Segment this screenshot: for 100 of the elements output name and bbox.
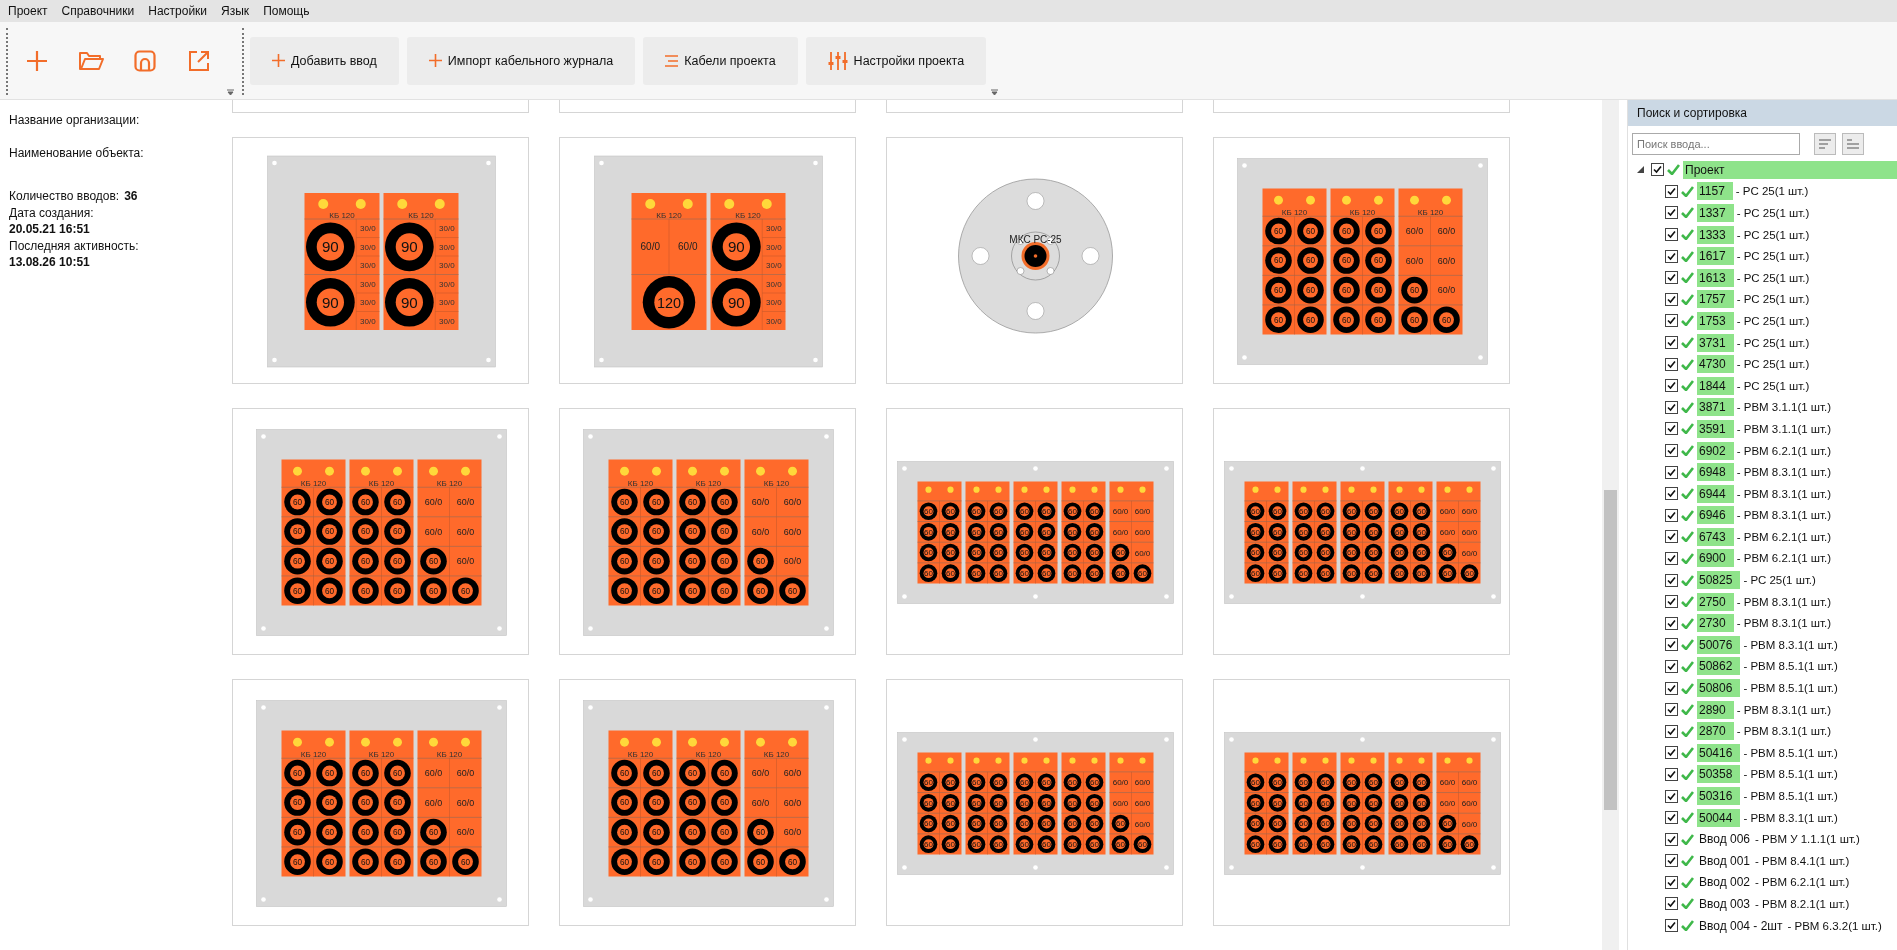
checkbox[interactable] — [1665, 444, 1678, 457]
tree-item-label[interactable]: 1617 — [1697, 247, 1734, 266]
overflow-icon[interactable] — [991, 88, 999, 96]
checkbox[interactable] — [1665, 919, 1678, 933]
checkbox[interactable] — [1665, 530, 1678, 544]
checkbox[interactable] — [1665, 854, 1678, 868]
tree-item-label[interactable]: 1844 — [1697, 376, 1734, 395]
tree-item-label[interactable]: Ввод 003 — [1697, 895, 1752, 913]
tree-item-label[interactable]: 1613 — [1697, 268, 1734, 287]
tree-item-label[interactable]: 6900 — [1697, 549, 1734, 568]
tree-item-label[interactable]: 4730 — [1697, 355, 1734, 374]
checkbox[interactable] — [1665, 357, 1678, 371]
frame-card[interactable]: 60 60 60 60 60 60 60 60 60 60 60 60 60 60 60 60 60 60 60 60 60 60 60 60 60 60 60 60 60 60 60 60 60/0 60/0 60/0 60/0 60 60/0 60 60 — [886, 679, 1183, 926]
frame-card[interactable]: КБ 120 90 30/0 30/0 30/0 90 30/0 30/0 30/0 КБ 120 90 30/0 30/0 30/0 90 30/0 30/0 30/0 — [232, 137, 529, 384]
overflow-icon[interactable] — [227, 88, 234, 96]
frame-card[interactable]: КБ 120 60 60 60 60 60 60 60 60 КБ 120 60 60 60 60 60 60 60 60 КБ 120 60/0 60/0 60/0 60/0 60 60/0 60 60 — [559, 408, 856, 655]
menu-item[interactable]: Проект — [2, 4, 54, 18]
menu-item[interactable]: Язык — [215, 4, 256, 18]
menu-item[interactable]: Помощь — [257, 4, 316, 18]
tree-item-label[interactable]: 3871 — [1697, 398, 1734, 417]
checkbox[interactable] — [1665, 271, 1678, 285]
checkbox[interactable] — [1665, 875, 1678, 889]
tree-item-label[interactable]: Ввод 006 — [1697, 830, 1752, 849]
tree-item-label[interactable]: 2730 — [1697, 614, 1734, 633]
checkbox[interactable] — [1665, 616, 1678, 630]
checkbox[interactable] — [1665, 249, 1678, 263]
checkbox[interactable] — [1665, 746, 1678, 760]
tree-item-label[interactable]: 3731 — [1697, 333, 1734, 352]
checkbox[interactable] — [1665, 314, 1678, 328]
tree-item-label[interactable]: 50806 — [1697, 679, 1741, 698]
checkbox[interactable] — [1665, 789, 1678, 803]
checkbox[interactable] — [1665, 724, 1678, 738]
frame-card[interactable]: 60 60 60 60 60 60 60 60 60 60 60 60 60 60 60 60 60 60 60 60 60 60 60 60 60 60 60 60 60 60 60 60 60/0 60/0 60/0 60/0 60 60/0 60 60 — [1213, 679, 1510, 926]
menu-item[interactable]: Настройки — [142, 4, 214, 18]
frame-card[interactable]: КБ 120 60 60 60 60 60 60 60 60 КБ 120 60 60 60 60 60 60 60 60 КБ 120 60/0 60/0 60/0 60/0 60 60/0 60 60 — [1213, 137, 1510, 384]
tree-item-label[interactable]: 1157 — [1697, 182, 1733, 201]
toolbar-button[interactable]: Импорт кабельного журнала — [406, 36, 636, 85]
tree-item-label[interactable]: Ввод 001 — [1697, 851, 1752, 870]
checkbox[interactable] — [1665, 465, 1678, 479]
checkbox[interactable] — [1665, 228, 1678, 242]
tree-item-label[interactable]: Проект — [1683, 160, 1897, 179]
frame-card[interactable]: 60 60 60 60 60 60 60 60 60 60 60 60 60 60 60 60 60 60 60 60 60 60 60 60 60 60 60 60 60 60 60 60 60/0 60/0 60/0 60/0 60 60/0 60 60 — [1213, 408, 1510, 655]
tree-item-label[interactable]: 50825 — [1697, 571, 1741, 590]
tree-item-label[interactable]: 50862 — [1697, 657, 1741, 676]
checkbox[interactable] — [1665, 422, 1678, 436]
tree-item-label[interactable]: 2870 — [1697, 722, 1734, 741]
tree-item-label[interactable]: 50416 — [1697, 743, 1741, 762]
frame-card[interactable]: КБ 120 60 60 60 60 60 60 60 60 КБ 120 60 60 60 60 60 60 60 60 КБ 120 60/0 60/0 60/0 60/0 60 60/0 60 60 — [559, 679, 856, 926]
checkbox[interactable] — [1665, 681, 1678, 695]
checkbox[interactable] — [1665, 703, 1678, 717]
tree-item-label[interactable]: 1753 — [1697, 311, 1734, 330]
checkbox[interactable] — [1665, 206, 1678, 220]
tree-item-label[interactable]: Ввод 004 - 2шт — [1697, 916, 1785, 935]
checkbox[interactable] — [1665, 897, 1678, 911]
checkbox[interactable] — [1665, 552, 1678, 565]
checkbox[interactable] — [1651, 163, 1664, 177]
checkbox[interactable] — [1665, 379, 1678, 393]
tree-item-label[interactable]: 2890 — [1697, 700, 1734, 719]
tree-item-label[interactable]: Ввод 002 — [1697, 873, 1752, 892]
collapse-icon[interactable] — [1637, 166, 1644, 174]
toolbar-button[interactable]: Настройки проекта — [805, 36, 987, 85]
tree-item-label[interactable]: 50358 — [1697, 765, 1741, 784]
frame-card[interactable]: 60 60 60 60 60 60 60 60 60 60 60 60 60 60 60 60 60 60 60 60 60 60 60 60 60 60 60 60 60 60 60 60 60/0 60/0 60/0 60/0 60 60/0 60 60 — [886, 408, 1183, 655]
checkbox[interactable] — [1665, 767, 1678, 781]
checkbox[interactable] — [1665, 595, 1678, 609]
checkbox[interactable] — [1665, 508, 1678, 522]
checkbox[interactable] — [1665, 573, 1678, 587]
tree-item-label[interactable]: 6948 — [1697, 463, 1734, 482]
tree-item-label[interactable]: 2750 — [1697, 592, 1734, 611]
scrollbar-thumb[interactable] — [1604, 490, 1617, 810]
tree-item-label[interactable]: 1757 — [1697, 290, 1734, 309]
tree-item-label[interactable]: 6946 — [1697, 506, 1734, 525]
toolbar-button[interactable]: Добавить ввод — [250, 36, 399, 85]
tree-item-label[interactable]: 3591 — [1697, 419, 1734, 438]
toolbar-button[interactable]: Кабели проекта — [643, 36, 798, 85]
vertical-scrollbar[interactable] — [1602, 100, 1619, 950]
checkbox[interactable] — [1665, 336, 1678, 350]
checkbox[interactable] — [1665, 487, 1678, 501]
frame-card[interactable]: КБ 120 60 60 60 60 60 60 60 60 КБ 120 60 60 60 60 60 60 60 60 КБ 120 60/0 60/0 60/0 60/0 60 60/0 60 60 — [232, 408, 529, 655]
tree-item-label[interactable]: 6902 — [1697, 441, 1734, 460]
checkbox[interactable] — [1665, 832, 1678, 846]
frame-card[interactable]: МКС РС-25 — [886, 137, 1183, 384]
tree-item-label[interactable]: 50316 — [1697, 787, 1741, 805]
checkbox[interactable] — [1665, 638, 1678, 652]
menu-item[interactable]: Справочники — [55, 4, 141, 18]
checkbox[interactable] — [1665, 811, 1678, 825]
tree-item-label[interactable]: 6944 — [1697, 484, 1734, 503]
search-field[interactable]: Поиск ввода... — [1632, 133, 1800, 155]
tree-item-label[interactable]: 1333 — [1697, 225, 1734, 244]
frame-card[interactable]: КБ 120 60 60 60 60 60 60 60 60 КБ 120 60 60 60 60 60 60 60 60 КБ 120 60/0 60/0 60/0 60/0 60 60/0 60 60 — [232, 679, 529, 926]
frame-card[interactable]: КБ 120 60/0 60/0 120 КБ 120 90 30/0 30/0 30/0 90 30/0 30/0 30/0 — [559, 137, 856, 384]
tree-item-label[interactable]: 50076 — [1697, 635, 1741, 654]
tree-item-label[interactable]: 6743 — [1697, 527, 1734, 546]
tree-item-label[interactable]: 1337 — [1697, 204, 1734, 222]
checkbox[interactable] — [1665, 400, 1678, 414]
tree-item-label[interactable]: 50044 — [1697, 808, 1741, 827]
checkbox[interactable] — [1665, 659, 1678, 673]
seal-label: 60 — [1273, 568, 1282, 578]
checkbox[interactable] — [1665, 184, 1678, 198]
checkbox[interactable] — [1665, 292, 1678, 306]
